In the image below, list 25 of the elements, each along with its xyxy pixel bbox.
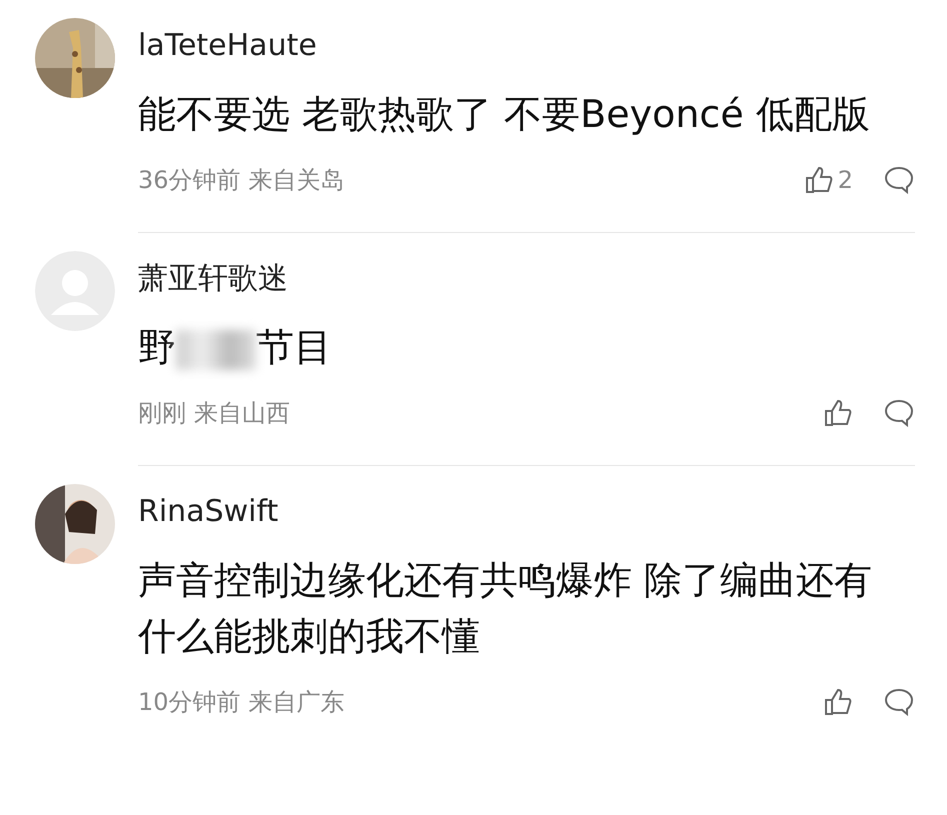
username: 萧亚轩歌迷 — [138, 260, 289, 298]
username: RinaSwift — [138, 493, 280, 531]
like-button[interactable] — [823, 398, 853, 428]
timestamp: 10分钟前 — [138, 687, 241, 718]
comment-icon — [883, 398, 915, 428]
reply-button[interactable] — [883, 398, 915, 428]
comment-text: 能不要选 老歌热歌了 不要Beyoncé 低配版 — [138, 91, 871, 138]
like-button[interactable]: 2 — [804, 162, 853, 198]
like-button[interactable] — [823, 687, 853, 717]
thumbs-up-icon — [823, 398, 853, 428]
thumbs-up-icon — [804, 165, 834, 195]
username: laTeteHaute — [138, 27, 318, 65]
comment-text: 野 — [138, 325, 176, 369]
comment-icon — [883, 687, 915, 717]
reply-button[interactable] — [883, 687, 915, 717]
timestamp: 36分钟前 — [138, 165, 241, 196]
timestamp: 刚刚 — [138, 398, 186, 429]
location: 来自广东 — [248, 687, 345, 718]
comment-text: 节目 — [256, 325, 332, 369]
location: 来自山西 — [194, 398, 290, 429]
reply-button[interactable] — [883, 165, 915, 195]
comment-text: 声音控制边缘化还有共鸣爆炸 除了编曲还有什么能挑刺的我不懂 — [138, 557, 874, 660]
comment-icon — [883, 165, 915, 195]
thumbs-up-icon — [823, 687, 853, 717]
location: 来自关岛 — [248, 165, 345, 196]
